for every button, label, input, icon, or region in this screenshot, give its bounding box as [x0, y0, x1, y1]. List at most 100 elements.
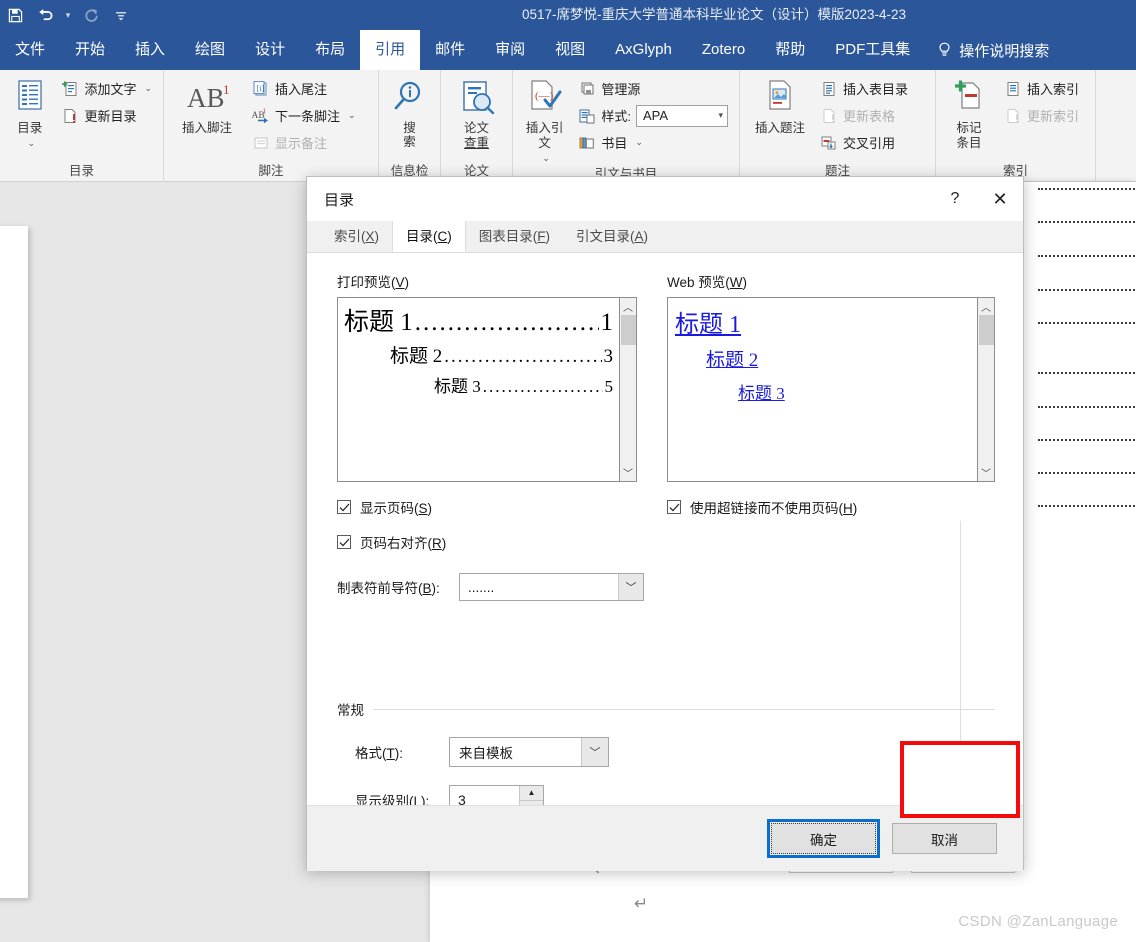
format-combo[interactable]: 来自模板 ﹀	[449, 737, 609, 767]
insert-index-icon	[1003, 79, 1022, 98]
ribbon-tab-4[interactable]: 设计	[240, 30, 300, 70]
insert-caption-label: 插入题注	[754, 121, 805, 135]
insert-index-button[interactable]: 插入索引	[999, 76, 1083, 101]
cross-reference-button[interactable]: 交叉引用	[815, 130, 912, 155]
citation-style-dropdown-icon[interactable]: ▾	[718, 110, 723, 121]
ribbon-tab-1[interactable]: 开始	[60, 30, 120, 70]
paper-check-button[interactable]: 论文 查重	[451, 74, 503, 151]
mark-entry-button[interactable]: 标记 条目	[943, 74, 995, 151]
tab-leader-combo[interactable]: ....... ﹀	[459, 573, 644, 601]
ribbon-tab-2[interactable]: 插入	[120, 30, 180, 70]
update-toc-button[interactable]: 更新目录	[56, 103, 156, 128]
tell-me-search[interactable]: 操作说明搜索	[925, 30, 1061, 70]
cancel-button[interactable]: 取消	[892, 823, 997, 854]
web-preview-box[interactable]: 标题 1 标题 2 标题 3	[667, 297, 978, 482]
insert-footnote-label: 插入脚注	[181, 121, 232, 135]
toc-button[interactable]: 目录 ⌄	[7, 74, 52, 151]
print-preview-scrollbar[interactable]: ︿ ﹀	[620, 297, 637, 482]
cross-reference-label: 交叉引用	[843, 136, 896, 151]
web-preview-entry[interactable]: 标题 3	[668, 372, 977, 404]
ribbon-tab-bar: 文件 开始 插入 绘图 设计 布局 引用 邮件 审阅 视图 AxGlyph Zotero 帮助 PDF工具…	[0, 30, 1136, 70]
format-dropdown-icon[interactable]: ﹀	[581, 738, 608, 766]
title-bar: ▾ 0517-席梦悦-重庆大学普通本科毕业论文（设计）模版2023-4-23	[0, 0, 1136, 30]
print-preview-box[interactable]: 标题 1 .............................. 1 标题…	[337, 297, 620, 482]
insert-footnote-button[interactable]: AB 1 插入脚注	[171, 74, 243, 136]
web-preview-section: Web 预览(W) 标题 1 标题 2 标题 3 ︿ ﹀ 使用超链接而不使用页码…	[667, 271, 997, 517]
ribbon-tab-10[interactable]: AxGlyph	[600, 30, 687, 70]
svg-text:1: 1	[223, 82, 230, 97]
show-page-numbers-row[interactable]: 显示页码(S)	[337, 497, 653, 517]
scroll-up-icon[interactable]: ︿	[620, 298, 637, 315]
dialog-tab-0[interactable]: 索引(X)	[321, 221, 393, 252]
toc-icon	[12, 77, 48, 119]
scroll-down-icon[interactable]: ﹀	[620, 464, 637, 481]
citation-style-combo[interactable]: APA ▾	[636, 104, 728, 127]
ribbon-tab-0[interactable]: 文件	[0, 30, 60, 70]
ribbon-tab-9[interactable]: 视图	[540, 30, 600, 70]
citation-style-row: 样式: APA ▾	[573, 103, 732, 128]
ribbon-tab-13[interactable]: PDF工具集	[820, 30, 925, 70]
dialog-tab-2[interactable]: 图表目录(F)	[465, 221, 564, 252]
insert-citation-dropdown-icon[interactable]: ⌄	[542, 151, 550, 166]
scroll-up-icon[interactable]: ︿	[978, 298, 995, 315]
dialog-tab-strip: 索引(X) 目录(C) 图表目录(F) 引文目录(A)	[307, 220, 1023, 253]
ribbon-tab-8[interactable]: 审阅	[480, 30, 540, 70]
ribbon-group-citations: (—) 插入引文 ⌄ 管理源 样式: APA ▾ 书目 ⌄ 引文与书目	[512, 70, 739, 182]
scroll-thumb[interactable]	[621, 315, 636, 345]
tab-leader-dropdown-icon[interactable]: ﹀	[618, 574, 643, 600]
use-hyperlinks-checkbox[interactable]	[667, 500, 681, 514]
bibliography-dropdown-icon[interactable]: ⌄	[635, 137, 643, 148]
show-page-numbers-checkbox[interactable]	[337, 500, 351, 514]
dialog-tab-3[interactable]: 引文目录(A)	[563, 221, 662, 252]
insert-endnote-button[interactable]: [i] 插入尾注	[247, 76, 360, 101]
levels-increment-icon[interactable]: ▲	[520, 786, 543, 801]
ribbon-group-toc: 目录 ⌄ 添加文字 ⌄ 更新目录 目录	[0, 70, 163, 182]
scroll-thumb[interactable]	[979, 315, 994, 345]
scroll-down-icon[interactable]: ﹀	[978, 464, 995, 481]
close-icon[interactable]: ✕	[977, 177, 1023, 221]
right-align-page-numbers-checkbox[interactable]	[337, 535, 351, 549]
insert-citation-button[interactable]: (—) 插入引文 ⌄	[520, 74, 569, 166]
manage-sources-button[interactable]: 管理源	[573, 76, 732, 101]
ribbon-tab-6[interactable]: 引用	[360, 30, 421, 70]
use-hyperlinks-row[interactable]: 使用超链接而不使用页码(H)	[667, 497, 997, 517]
next-footnote-label: 下一条脚注	[275, 109, 341, 124]
dialog-tab-1[interactable]: 目录(C)	[392, 220, 466, 252]
insert-caption-button[interactable]: 插入题注	[747, 74, 813, 136]
format-label: 格式(T):	[355, 746, 403, 761]
ribbon-tab-12[interactable]: 帮助	[760, 30, 820, 70]
insert-table-of-figures-button[interactable]: 插入表目录	[815, 76, 912, 101]
mark-entry-icon	[949, 77, 989, 119]
right-align-page-numbers-row[interactable]: 页码右对齐(R)	[337, 532, 653, 552]
bibliography-label: 书目	[601, 136, 628, 151]
add-text-button[interactable]: 添加文字 ⌄	[56, 76, 156, 101]
web-preview-entry[interactable]: 标题 2	[668, 339, 977, 372]
toc-button-label: 目录	[17, 121, 43, 135]
toc-preview-entry: 标题 2 .......................... 3	[338, 338, 619, 368]
web-preview-entry[interactable]: 标题 1	[668, 298, 977, 339]
help-icon[interactable]: ?	[933, 177, 977, 221]
show-notes-label: 显示备注	[275, 136, 328, 151]
smart-lookup-button[interactable]: 搜索	[386, 74, 433, 149]
general-section: 常规 格式(T): 来自模板 ﹀ 显示级别(L): 3 ▲	[337, 699, 995, 815]
web-preview-scrollbar[interactable]: ︿ ﹀	[978, 297, 995, 482]
update-toc-icon	[60, 106, 79, 125]
general-label: 常规	[337, 703, 364, 718]
insert-table-of-figures-label: 插入表目录	[843, 82, 909, 97]
add-text-dropdown-icon[interactable]: ⌄	[144, 83, 152, 94]
ribbon-tab-11[interactable]: Zotero	[687, 30, 760, 70]
use-hyperlinks-label: 使用超链接而不使用页码(H)	[690, 501, 858, 516]
ribbon-group-toc-label: 目录	[68, 164, 94, 178]
paper-check-icon	[456, 77, 498, 119]
toc-preview-entry: 标题 3 .................... 5	[338, 368, 619, 397]
page-left-edge	[0, 226, 28, 898]
toc-dropdown-icon[interactable]: ⌄	[27, 136, 35, 151]
ok-button[interactable]: 确定	[771, 823, 876, 854]
bibliography-button[interactable]: 书目 ⌄	[573, 130, 732, 155]
ribbon-tab-7[interactable]: 邮件	[420, 30, 480, 70]
ribbon-tab-3[interactable]: 绘图	[180, 30, 240, 70]
update-index-label: 更新索引	[1027, 109, 1080, 124]
next-footnote-dropdown-icon[interactable]: ⌄	[348, 110, 356, 121]
next-footnote-button[interactable]: AB 1 下一条脚注 ⌄	[247, 103, 360, 128]
ribbon-tab-5[interactable]: 布局	[300, 30, 360, 70]
